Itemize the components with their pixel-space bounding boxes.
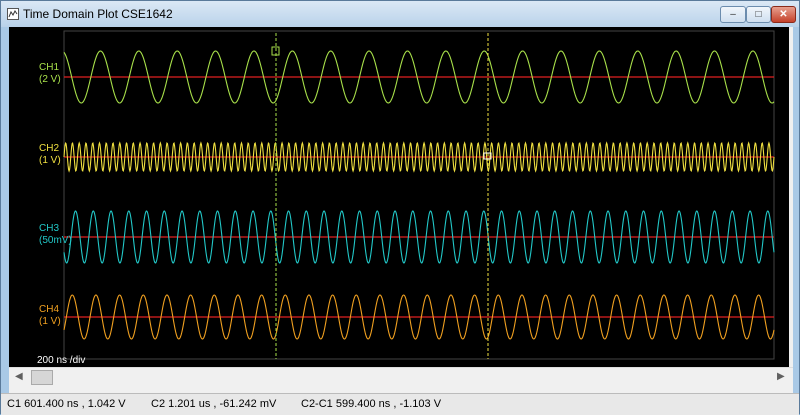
window-title: Time Domain Plot CSE1642 bbox=[23, 7, 173, 21]
ch2-label: CH2 (1 V) bbox=[39, 143, 61, 167]
maximize-icon: □ bbox=[755, 9, 762, 20]
ch4-label: CH4 (1 V) bbox=[39, 304, 61, 328]
ch1-scale: (2 V) bbox=[39, 74, 61, 85]
waveform-canvas[interactable] bbox=[9, 27, 789, 367]
plot-window: Time Domain Plot CSE1642 – □ ✕ CH1 (2 V)… bbox=[0, 0, 800, 415]
scroll-right-icon[interactable]: ▶ bbox=[777, 371, 785, 382]
close-icon: ✕ bbox=[779, 9, 788, 20]
cursor-delta-readout: C2-C1 599.400 ns , -1.103 V bbox=[301, 398, 442, 410]
plot-border bbox=[63, 30, 775, 360]
time-per-division: 200 ns /div bbox=[37, 355, 86, 366]
ch4-name: CH4 bbox=[39, 304, 60, 315]
ch3-name: CH3 bbox=[39, 223, 60, 234]
horizontal-scrollbar[interactable]: ◀ ▶ bbox=[9, 367, 793, 388]
scroll-thumb[interactable] bbox=[31, 370, 53, 385]
title-bar[interactable]: Time Domain Plot CSE1642 – □ ✕ bbox=[1, 1, 799, 27]
ch4-scale: (1 V) bbox=[39, 316, 61, 327]
client-area: CH1 (2 V) CH2 (1 V) CH3 (50mV) CH4 (1 V)… bbox=[9, 27, 793, 411]
minimize-button[interactable]: – bbox=[720, 6, 746, 23]
scroll-left-icon[interactable]: ◀ bbox=[15, 371, 23, 382]
ch1-name: CH1 bbox=[39, 62, 60, 73]
ch1-label: CH1 (2 V) bbox=[39, 62, 61, 86]
minimize-icon: – bbox=[730, 9, 736, 20]
cursor1-readout: C1 601.400 ns , 1.042 V bbox=[7, 398, 126, 410]
maximize-button[interactable]: □ bbox=[746, 6, 771, 23]
status-bar: C1 601.400 ns , 1.042 V C2 1.201 us , -6… bbox=[1, 393, 799, 415]
ch3-label: CH3 (50mV) bbox=[39, 223, 72, 247]
time-domain-plot[interactable]: CH1 (2 V) CH2 (1 V) CH3 (50mV) CH4 (1 V)… bbox=[9, 27, 789, 367]
ch3-scale: (50mV) bbox=[39, 235, 72, 246]
ch2-name: CH2 bbox=[39, 143, 60, 154]
ch2-scale: (1 V) bbox=[39, 155, 61, 166]
close-button[interactable]: ✕ bbox=[771, 6, 796, 23]
app-icon bbox=[7, 8, 19, 20]
cursor2-readout: C2 1.201 us , -61.242 mV bbox=[151, 398, 277, 410]
